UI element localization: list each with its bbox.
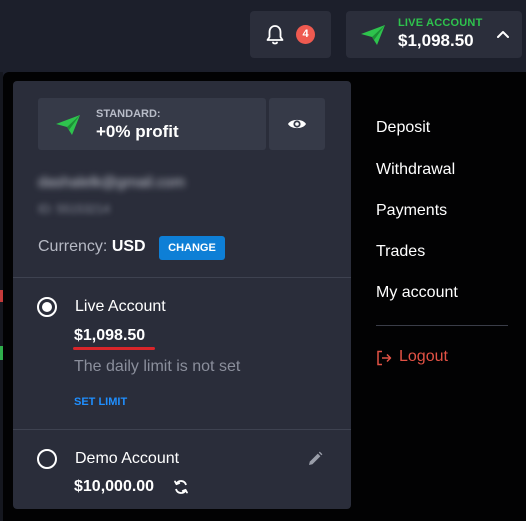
live-account-radio[interactable] xyxy=(37,297,57,317)
account-card: STANDARD: +0% profit dashalelk@gmail.com… xyxy=(13,81,351,509)
notifications-button[interactable]: 4 xyxy=(250,11,331,58)
divider xyxy=(13,277,351,278)
account-tier-box[interactable]: STANDARD: +0% profit xyxy=(38,98,266,150)
toggle-visibility-button[interactable] xyxy=(269,98,325,150)
eye-icon xyxy=(288,119,306,129)
account-dropdown: STANDARD: +0% profit dashalelk@gmail.com… xyxy=(3,72,526,521)
demo-account-title[interactable]: Demo Account xyxy=(75,450,179,468)
logout-label: Logout xyxy=(399,348,448,365)
menu-item-my-account[interactable]: My account xyxy=(376,284,458,302)
menu-item-payments[interactable]: Payments xyxy=(376,202,447,220)
demo-account-balance: $10,000.00 xyxy=(74,478,155,495)
account-balance: $1,098.50 xyxy=(398,31,474,50)
paper-plane-icon xyxy=(56,115,80,135)
change-currency-button[interactable]: CHANGE xyxy=(159,236,225,260)
user-id: ID: 55153214 xyxy=(38,202,111,216)
tier-value: +0% profit xyxy=(96,122,179,141)
top-bar: 4 LIVE ACCOUNT $1,098.50 xyxy=(0,0,526,72)
currency-label: Currency: xyxy=(38,238,108,255)
account-type-label: LIVE ACCOUNT xyxy=(398,17,483,29)
chevron-up-icon[interactable] xyxy=(496,28,510,40)
tier-label: STANDARD: xyxy=(96,108,161,120)
menu-item-deposit[interactable]: Deposit xyxy=(376,119,430,137)
divider xyxy=(13,429,351,430)
paper-plane-icon xyxy=(361,25,385,45)
notification-count-badge: 4 xyxy=(296,25,315,44)
pencil-icon[interactable] xyxy=(307,451,323,467)
live-account-balance: $1,098.50 xyxy=(74,327,146,344)
live-account-title[interactable]: Live Account xyxy=(75,298,166,316)
menu-item-withdrawal[interactable]: Withdrawal xyxy=(376,161,455,179)
refresh-icon[interactable] xyxy=(173,479,189,495)
menu-item-trades[interactable]: Trades xyxy=(376,243,425,261)
daily-limit-text: The daily limit is not set xyxy=(74,358,241,375)
menu-divider xyxy=(376,325,508,326)
set-limit-link[interactable]: SET LIMIT xyxy=(74,396,127,408)
user-email: dashalelk@gmail.com xyxy=(38,174,185,191)
currency-row: Currency: USD xyxy=(38,238,146,256)
account-switcher-button[interactable]: LIVE ACCOUNT $1,098.50 xyxy=(346,11,522,58)
currency-value: USD xyxy=(111,238,146,255)
logout-icon xyxy=(377,350,392,366)
balance-underline xyxy=(73,347,155,350)
demo-account-radio[interactable] xyxy=(37,449,57,469)
bell-icon xyxy=(266,25,284,45)
